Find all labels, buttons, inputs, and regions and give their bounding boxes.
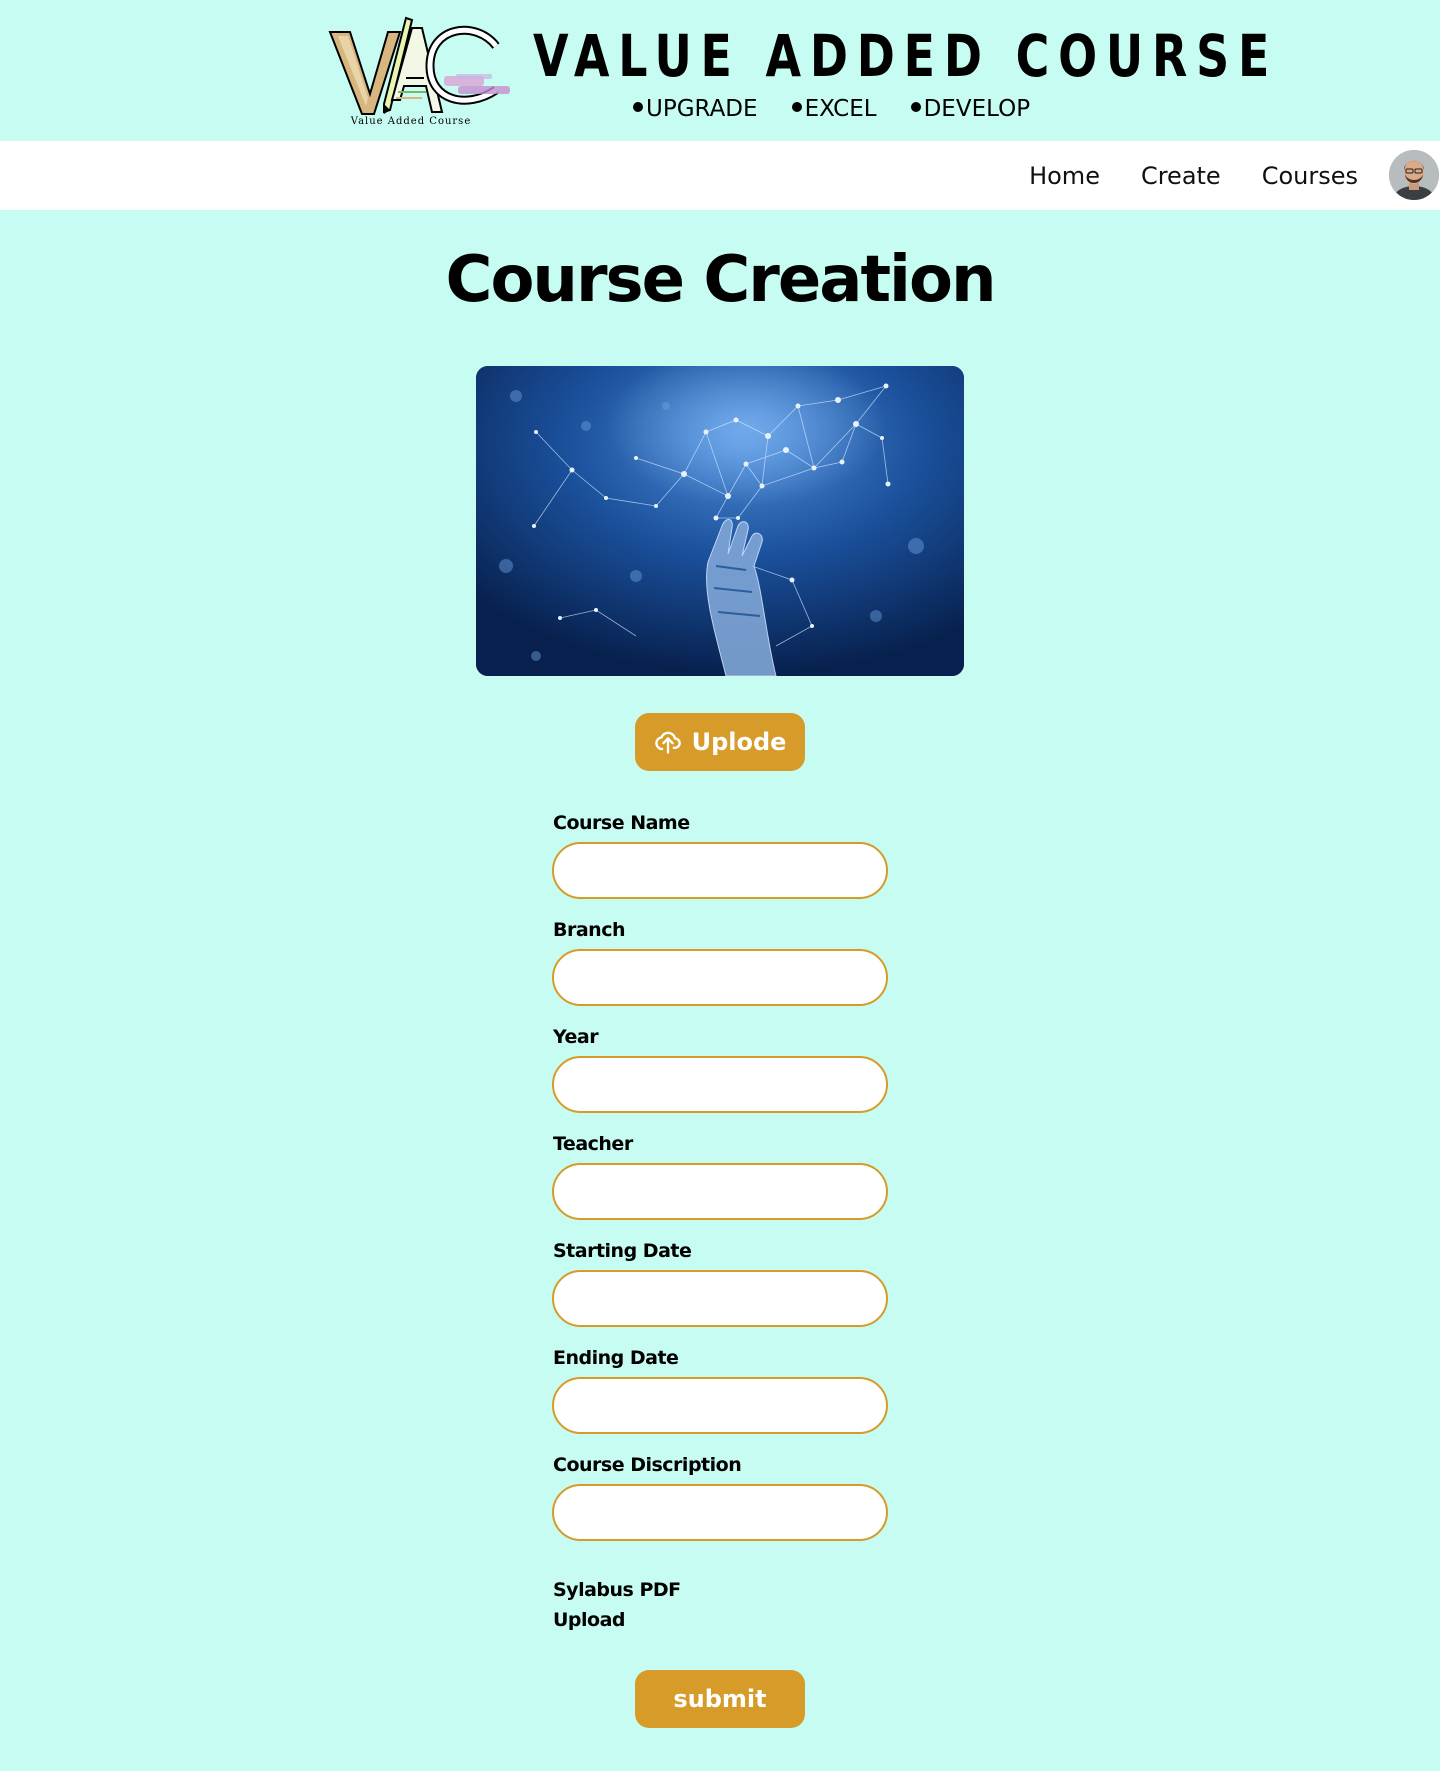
nav-link-create[interactable]: Create	[1141, 162, 1221, 190]
navbar: Home Create Courses	[0, 141, 1440, 210]
course-description-label: Course Discription	[553, 1454, 742, 1476]
site-title: VALUE ADDED COURSE	[533, 22, 1279, 90]
year-label: Year	[553, 1026, 599, 1048]
user-avatar[interactable]	[1389, 150, 1439, 200]
upload-image-button[interactable]: Uplode	[635, 713, 805, 771]
page-title: Course Creation	[445, 243, 996, 317]
course-image	[476, 366, 964, 676]
tagline-develop: DEVELOP	[911, 96, 1030, 122]
site-header: Value Added Course VALUE ADDED COURSE UP…	[0, 0, 1440, 141]
starting-date-input[interactable]	[552, 1270, 888, 1327]
ending-date-input[interactable]	[552, 1377, 888, 1434]
tagline-upgrade: UPGRADE	[633, 96, 758, 122]
syllabus-pdf-upload[interactable]: Sylabus PDF Upload	[553, 1575, 713, 1635]
ending-date-label: Ending Date	[553, 1347, 679, 1369]
vac-logo[interactable]: Value Added Course	[326, 14, 511, 132]
logo-caption: Value Added Course	[350, 116, 472, 127]
teacher-input[interactable]	[552, 1163, 888, 1220]
submit-button[interactable]: submit	[635, 1670, 805, 1728]
taglines: UPGRADE EXCEL DEVELOP	[633, 96, 1030, 122]
course-description-input[interactable]	[552, 1484, 888, 1541]
branch-label: Branch	[553, 919, 626, 941]
year-input[interactable]	[552, 1056, 888, 1113]
starting-date-label: Starting Date	[553, 1240, 692, 1262]
teacher-label: Teacher	[553, 1133, 633, 1155]
course-name-input[interactable]	[552, 842, 888, 899]
cloud-upload-icon	[654, 731, 681, 754]
nav-link-courses[interactable]: Courses	[1262, 162, 1358, 190]
branch-input[interactable]	[552, 949, 888, 1006]
nav-link-home[interactable]: Home	[1029, 162, 1100, 190]
tagline-excel: EXCEL	[792, 96, 877, 122]
nav-links: Home Create Courses	[1029, 141, 1358, 210]
course-name-label: Course Name	[553, 812, 690, 834]
upload-button-label: Uplode	[691, 728, 787, 756]
